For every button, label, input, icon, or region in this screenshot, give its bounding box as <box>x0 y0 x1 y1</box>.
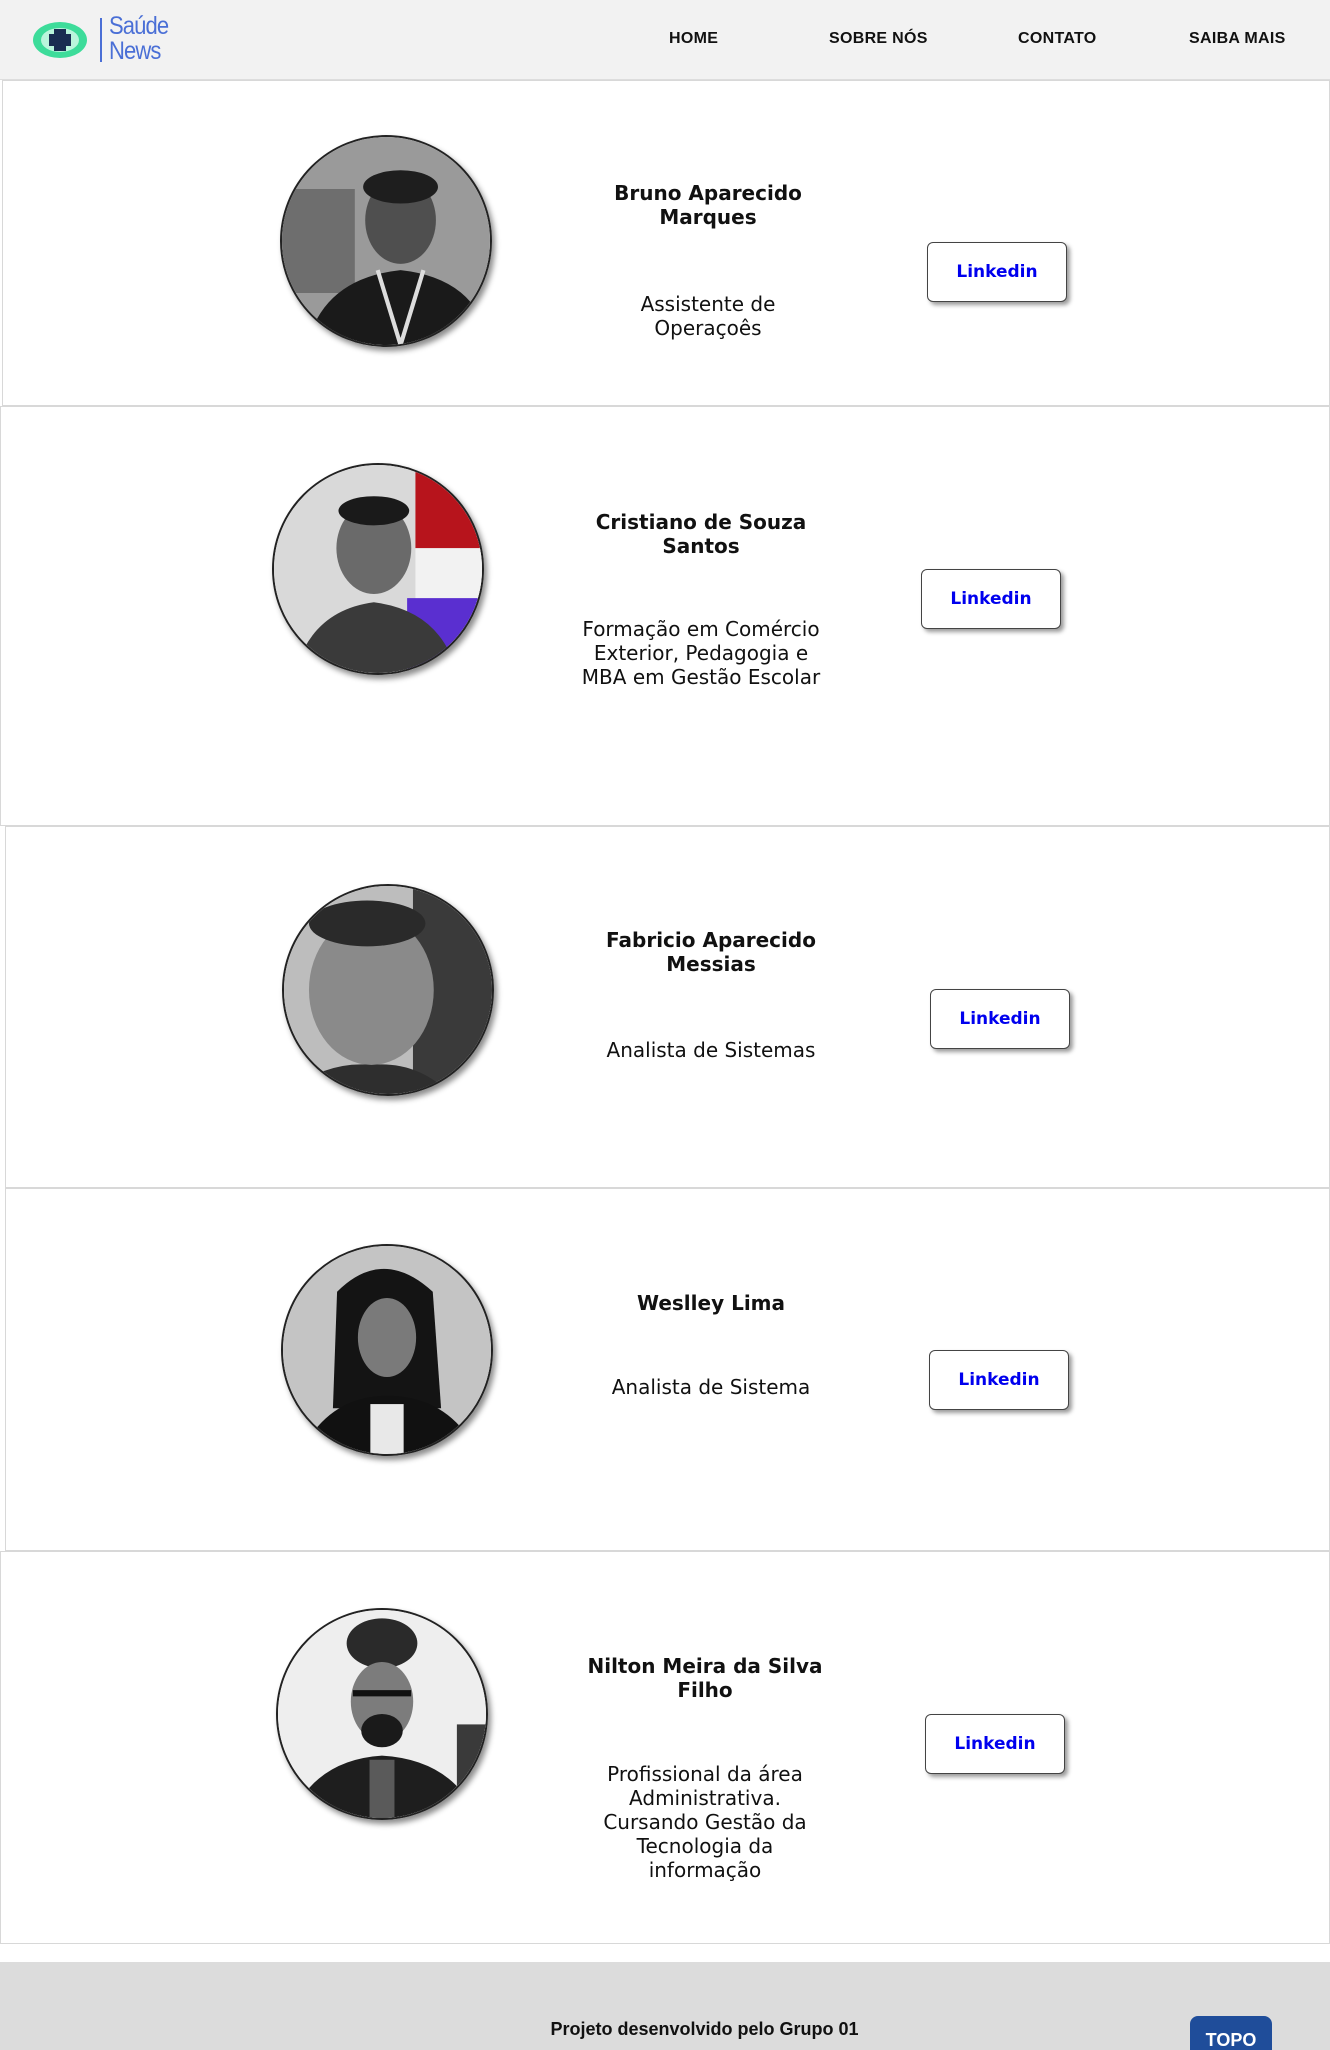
profile-photo <box>282 137 490 345</box>
member-card: Weslley Lima Analista de Sistema Linkedi… <box>5 1188 1330 1551</box>
member-name: Fabricio Aparecido Messias <box>606 928 816 976</box>
member-card: Bruno Aparecido Marques Assistente de Op… <box>2 80 1330 406</box>
nav-home[interactable]: HOME <box>669 30 718 48</box>
member-name: Nilton Meira da Silva Filho <box>587 1654 823 1702</box>
profile-photo <box>278 1610 486 1818</box>
avatar <box>280 135 492 347</box>
logo-line2: News <box>109 37 161 65</box>
member-role: Assistente de Operaçoês <box>640 292 776 340</box>
member-name: Bruno Aparecido Marques <box>614 181 802 229</box>
avatar <box>281 1244 493 1456</box>
avatar <box>276 1608 488 1820</box>
member-name: Weslley Lima <box>636 1291 786 1315</box>
member-card: Cristiano de Souza Santos Formação em Co… <box>0 406 1330 826</box>
member-role: Profissional da área Administrativa. Cur… <box>603 1762 807 1882</box>
logo-divider <box>100 18 102 62</box>
member-name: Cristiano de Souza Santos <box>595 510 807 558</box>
nav-contato[interactable]: CONTATO <box>1018 30 1097 48</box>
logo-line1: Saúde <box>109 12 169 40</box>
nav-saiba-mais[interactable]: SAIBA MAIS <box>1189 30 1286 48</box>
linkedin-button[interactable]: Linkedin <box>921 569 1061 629</box>
member-role: Formação em Comércio Exterior, Pedagogia… <box>581 617 821 689</box>
cross-eye-icon <box>33 22 87 58</box>
member-card: Fabricio Aparecido Messias Analista de S… <box>5 826 1330 1188</box>
nav-sobre-nos[interactable]: SOBRE NÓS <box>829 30 928 48</box>
footer-text: Projeto desenvolvido pelo Grupo 01 <box>550 2019 859 2039</box>
profile-photo <box>283 1246 491 1454</box>
linkedin-button[interactable]: Linkedin <box>929 1350 1069 1410</box>
back-to-top-button[interactable]: TOPO <box>1190 2016 1272 2050</box>
linkedin-button[interactable]: Linkedin <box>930 989 1070 1049</box>
profile-photo <box>284 886 492 1094</box>
logo-text: Saúde News <box>109 12 169 65</box>
site-header: Saúde News HOME SOBRE NÓS CONTATO SAIBA … <box>0 0 1330 80</box>
linkedin-button[interactable]: Linkedin <box>927 242 1067 302</box>
site-footer: Projeto desenvolvido pelo Grupo 01 <box>0 1962 1330 2050</box>
profile-photo <box>274 465 482 673</box>
member-role: Analista de Sistemas <box>606 1038 816 1062</box>
member-role: Analista de Sistema <box>611 1375 811 1399</box>
site-logo[interactable]: Saúde News <box>32 14 182 66</box>
linkedin-button[interactable]: Linkedin <box>925 1714 1065 1774</box>
member-card: Nilton Meira da Silva Filho Profissional… <box>0 1551 1330 1944</box>
avatar <box>272 463 484 675</box>
avatar <box>282 884 494 1096</box>
